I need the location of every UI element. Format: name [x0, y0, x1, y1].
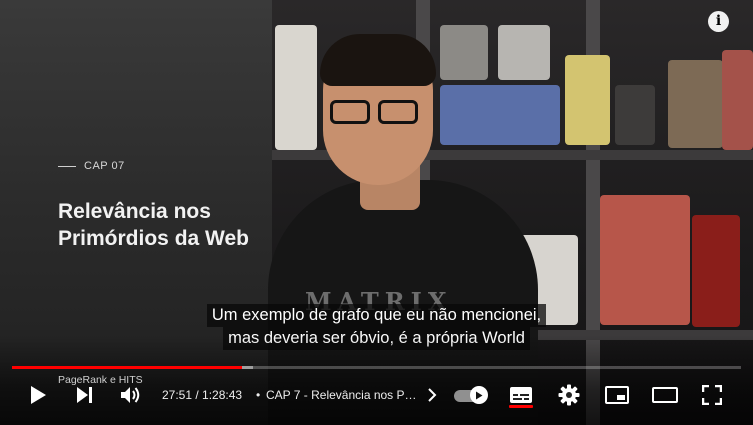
book-stack [275, 25, 317, 150]
box-figure [722, 50, 753, 150]
control-bar: 27:51 / 1:28:43 • CAP 7 - Relevância nos… [0, 378, 753, 412]
next-icon [77, 387, 92, 403]
presenter-hair [320, 34, 436, 86]
action-figure [565, 55, 610, 145]
handheld-console [615, 85, 655, 145]
chapter-card-rule [58, 166, 76, 167]
fullscreen-icon [702, 385, 722, 405]
miniplayer-button[interactable] [602, 378, 632, 412]
current-time: 27:51 [162, 388, 193, 402]
autoplay-toggle-icon [470, 386, 488, 404]
robot-figure [440, 85, 560, 145]
theater-mode-button[interactable] [650, 378, 680, 412]
chapter-chevron-button[interactable] [424, 378, 440, 412]
action-figure [668, 60, 723, 148]
time-separator: / [192, 388, 203, 402]
play-button[interactable] [24, 378, 52, 412]
fullscreen-button[interactable] [697, 378, 727, 412]
caption-line: Um exemplo de grafo que eu não mencionei… [206, 304, 547, 327]
progress-bar[interactable] [12, 366, 741, 369]
chapter-card-number: CAP 07 [84, 160, 125, 172]
chapter-card-title: Relevância nos Primórdios da Web [58, 200, 249, 250]
info-icon[interactable]: i [708, 11, 729, 32]
chevron-right-icon [428, 388, 437, 402]
volume-icon [121, 387, 140, 403]
console-figure [440, 25, 488, 80]
miniplayer-icon [605, 386, 629, 404]
video-player[interactable]: MATRIX CAP 07 Relevância nos Primórdios … [0, 0, 753, 425]
volume-button[interactable] [116, 378, 146, 412]
glasses [330, 100, 370, 124]
chapter-bullet: • [256, 388, 261, 402]
gear-icon [558, 384, 580, 406]
duration: 1:28:43 [202, 388, 243, 402]
next-button[interactable] [70, 378, 98, 412]
play-icon [31, 386, 46, 404]
console-figure [498, 25, 550, 80]
glasses [378, 100, 418, 124]
theater-mode-icon [652, 387, 678, 403]
subtitles-icon [510, 387, 532, 403]
progress-played [12, 366, 243, 369]
subtitles-active-indicator [509, 405, 533, 408]
time-display: 27:51 / 1:28:43 [162, 378, 242, 412]
settings-button[interactable] [554, 378, 584, 412]
chapter-title-button[interactable]: CAP 7 - Relevância nos Primórdios da Web [266, 378, 420, 412]
